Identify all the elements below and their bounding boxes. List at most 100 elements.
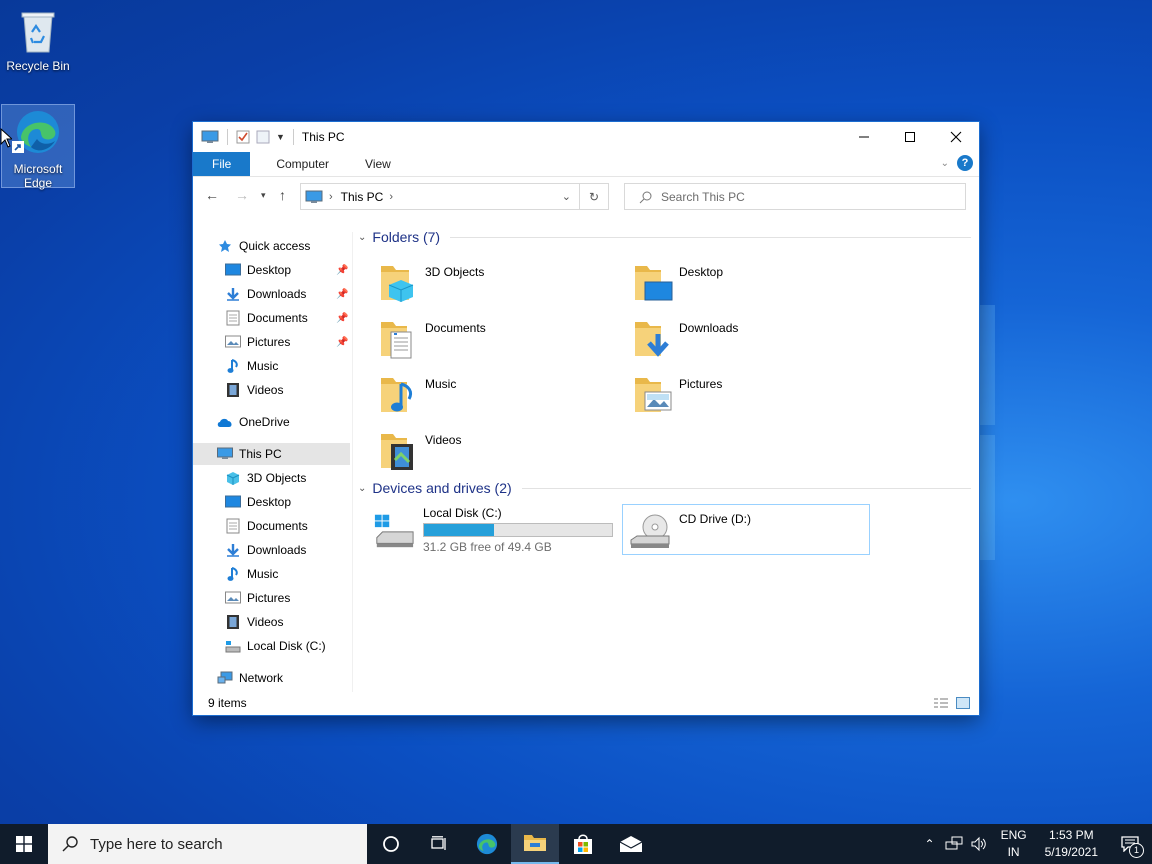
folder-documents[interactable]: Documents — [379, 312, 609, 362]
title-bar[interactable]: ▼ This PC — [193, 122, 979, 152]
refresh-button[interactable]: ↻ — [580, 183, 609, 210]
details-view-icon[interactable] — [933, 697, 949, 709]
folder-name: Downloads — [679, 321, 739, 335]
nav-item-3d-objects[interactable]: 3D Objects — [225, 467, 306, 489]
nav-item-network[interactable]: Network — [217, 667, 283, 689]
cube-icon — [225, 470, 241, 486]
input-language-indicator[interactable]: ENG IN — [1001, 827, 1027, 861]
properties-icon[interactable] — [236, 130, 250, 144]
group-header-folders[interactable]: ⌄ Folders (7) — [358, 229, 971, 245]
taskbar-mail-button[interactable] — [607, 824, 655, 864]
folder-desktop[interactable]: Desktop — [633, 256, 863, 306]
cd-drive-icon — [630, 514, 670, 548]
breadcrumb-chevron-icon[interactable]: › — [389, 191, 393, 203]
taskbar-file-explorer-button[interactable] — [511, 824, 559, 864]
search-icon — [62, 836, 78, 852]
search-box[interactable]: Search This PC — [624, 183, 966, 210]
collapse-chevron-icon[interactable]: ⌄ — [358, 483, 366, 494]
drive-local-disk-c[interactable]: Local Disk (C:) 31.2 GB free of 49.4 GB — [373, 505, 613, 555]
folder-downloads[interactable]: Downloads — [633, 312, 863, 362]
breadcrumb-this-pc[interactable]: This PC — [341, 190, 384, 204]
folder-3d-objects[interactable]: 3D Objects — [379, 256, 609, 306]
group-header-devices[interactable]: ⌄ Devices and drives (2) — [358, 480, 971, 496]
nav-label: Network — [239, 671, 284, 685]
customize-toolbar-arrow-icon[interactable]: ▼ — [276, 132, 285, 142]
close-button[interactable] — [933, 122, 979, 152]
tab-computer[interactable]: Computer — [262, 152, 343, 176]
nav-label: Videos — [247, 383, 284, 397]
nav-item-desktop[interactable]: Desktop 📌 — [225, 259, 352, 281]
taskbar-edge-button[interactable] — [463, 824, 511, 864]
search-icon — [639, 191, 652, 203]
task-view-icon — [431, 836, 446, 850]
nav-item-this-pc[interactable]: This PC — [193, 443, 350, 465]
expand-ribbon-chevron-icon[interactable]: ⌄ — [941, 158, 949, 169]
start-button[interactable] — [0, 824, 48, 864]
desktop-icon-recycle-bin[interactable]: Recycle Bin — [2, 8, 74, 73]
nav-item-pc-pictures[interactable]: Pictures — [225, 587, 290, 609]
collapse-chevron-icon[interactable]: ⌄ — [358, 232, 366, 243]
minimize-button[interactable] — [841, 122, 887, 152]
nav-item-quick-access[interactable]: Quick access — [217, 235, 310, 257]
nav-item-videos[interactable]: Videos — [225, 379, 283, 401]
picture-icon — [225, 334, 241, 350]
nav-item-downloads[interactable]: Downloads 📌 — [225, 283, 352, 305]
action-center-button[interactable]: 1 — [1108, 824, 1152, 864]
nav-label: Local Disk (C:) — [247, 639, 326, 653]
taskbar-store-button[interactable] — [559, 824, 607, 864]
nav-item-pc-desktop[interactable]: Desktop — [225, 491, 291, 513]
task-view-button[interactable] — [415, 824, 463, 864]
group-title: Folders (7) — [372, 229, 441, 245]
nav-item-pc-downloads[interactable]: Downloads — [225, 539, 306, 561]
folder-name: Documents — [425, 321, 486, 335]
up-arrow-icon[interactable]: ↑ — [279, 187, 286, 203]
show-hidden-icons-chevron-icon[interactable]: ⌃ — [925, 837, 935, 851]
notification-badge: 1 — [1129, 843, 1144, 858]
volume-icon[interactable] — [971, 836, 989, 852]
cloud-icon — [217, 414, 233, 430]
nav-item-pc-videos[interactable]: Videos — [225, 611, 283, 633]
address-bar[interactable]: › This PC › ⌄ — [300, 183, 580, 210]
nav-item-music[interactable]: Music — [225, 355, 278, 377]
status-bar: 9 items — [193, 691, 979, 715]
folder-pictures-icon — [633, 372, 672, 416]
nav-item-onedrive[interactable]: OneDrive — [217, 411, 290, 433]
folder-videos-icon — [379, 428, 417, 472]
new-folder-icon[interactable] — [256, 130, 270, 144]
pin-icon: 📌 — [336, 264, 349, 276]
maximize-button[interactable] — [887, 122, 933, 152]
drive-usage-fill — [424, 524, 494, 536]
folder-downloads-icon — [633, 316, 671, 360]
recent-locations-chevron-icon[interactable]: ▾ — [261, 190, 266, 201]
separator — [227, 129, 228, 145]
folder-pictures[interactable]: Pictures — [633, 368, 863, 418]
nav-item-pc-documents[interactable]: Documents — [225, 515, 308, 537]
nav-item-pc-music[interactable]: Music — [225, 563, 278, 585]
cortana-button[interactable] — [367, 824, 415, 864]
pin-icon: 📌 — [336, 336, 349, 348]
tab-file[interactable]: File — [193, 152, 251, 176]
breadcrumb-chevron-icon[interactable]: › — [329, 191, 333, 203]
nav-item-local-disk[interactable]: Local Disk (C:) — [225, 635, 326, 657]
help-icon[interactable]: ? — [957, 155, 973, 171]
document-icon — [225, 518, 241, 534]
store-bag-icon — [574, 834, 592, 854]
group-divider — [450, 236, 971, 238]
nav-item-pictures[interactable]: Pictures 📌 — [225, 331, 352, 353]
address-dropdown-chevron-icon[interactable]: ⌄ — [562, 190, 571, 203]
taskbar-search-box[interactable]: Type here to search — [48, 824, 367, 864]
large-icons-view-icon[interactable] — [956, 697, 970, 709]
forward-arrow-icon[interactable]: → — [235, 187, 249, 203]
file-explorer-icon — [524, 835, 546, 851]
folder-videos[interactable]: Videos — [379, 424, 609, 474]
network-status-icon[interactable] — [945, 836, 963, 852]
taskbar-clock[interactable]: 1:53 PM 5/19/2021 — [1045, 827, 1098, 861]
tab-view[interactable]: View — [351, 152, 405, 176]
nav-label: Documents — [247, 519, 308, 533]
nav-item-documents[interactable]: Documents 📌 — [225, 307, 352, 329]
maximize-icon — [905, 132, 915, 142]
desktop-icon-edge[interactable]: Microsoft Edge — [1, 104, 75, 190]
drive-cd-d[interactable]: CD Drive (D:) — [622, 504, 870, 555]
folder-music[interactable]: Music — [379, 368, 609, 418]
back-arrow-icon[interactable]: ← — [205, 187, 219, 203]
